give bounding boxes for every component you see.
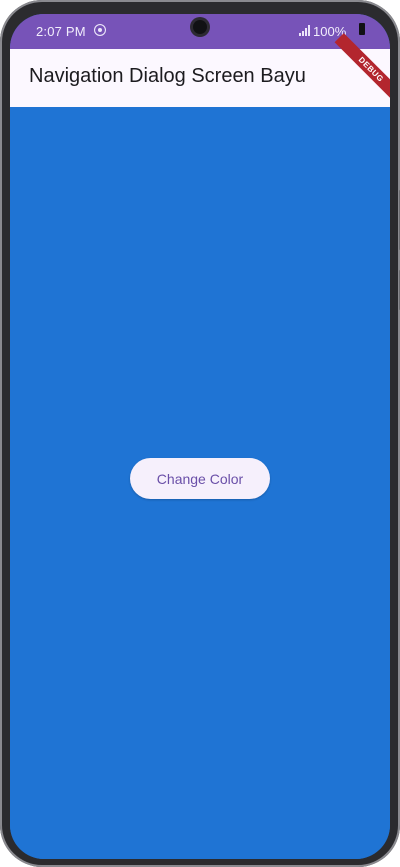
device-screen: 2:07 PM 100% Navigation Dialog Screen Ba… xyxy=(10,14,390,859)
app-bar: Navigation Dialog Screen Bayu DEBUG xyxy=(10,33,390,107)
status-bar: 2:07 PM 100% xyxy=(10,14,390,49)
status-time: 2:07 PM xyxy=(36,24,86,39)
circle-notification-icon xyxy=(94,24,106,36)
front-camera-icon xyxy=(193,20,207,34)
change-color-button[interactable]: Change Color xyxy=(130,458,270,499)
signal-icon xyxy=(299,25,310,36)
main-content: Change Color xyxy=(10,107,390,859)
page-title: Navigation Dialog Screen Bayu xyxy=(29,65,306,87)
battery-icon xyxy=(359,23,365,35)
phone-frame: 2:07 PM 100% Navigation Dialog Screen Ba… xyxy=(0,0,400,867)
